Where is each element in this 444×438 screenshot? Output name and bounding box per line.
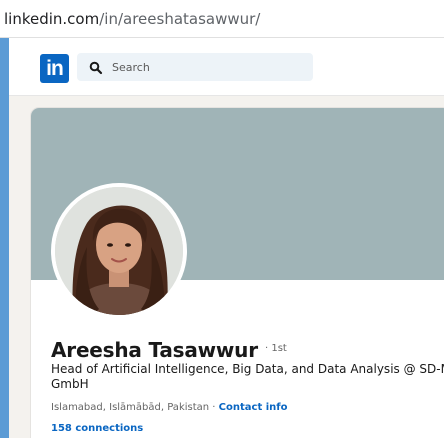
window-edge — [0, 0, 9, 438]
search-icon — [89, 60, 103, 75]
connections-link[interactable]: 158 connections — [51, 423, 143, 434]
connection-degree: · 1st — [264, 343, 287, 354]
profile-photo[interactable] — [51, 183, 187, 319]
profile-card: Areesha Tasawwur · 1st Head of Artificia… — [31, 108, 444, 438]
url-path: /in/areeshatasawwur/ — [99, 9, 261, 28]
name-row: Areesha Tasawwur · 1st — [51, 338, 287, 362]
top-nav: in — [9, 38, 444, 96]
address-bar[interactable]: linkedin.com/in/areeshatasawwur/ — [0, 0, 444, 38]
profile-location: Islamabad, Islāmābād, Pakistan · — [51, 402, 219, 413]
search-box[interactable] — [77, 53, 313, 81]
url-text[interactable]: linkedin.com/in/areeshatasawwur/ — [4, 10, 260, 28]
url-domain: linkedin.com — [4, 9, 100, 28]
location-row: Islamabad, Islāmābād, Pakistan · Contact… — [51, 402, 287, 413]
profile-name: Areesha Tasawwur — [51, 338, 258, 362]
search-input[interactable] — [112, 60, 292, 74]
contact-info-link[interactable]: Contact info — [219, 402, 288, 413]
profile-headline: Head of Artificial Intelligence, Big Dat… — [51, 362, 444, 391]
linkedin-logo[interactable]: in — [40, 54, 69, 83]
